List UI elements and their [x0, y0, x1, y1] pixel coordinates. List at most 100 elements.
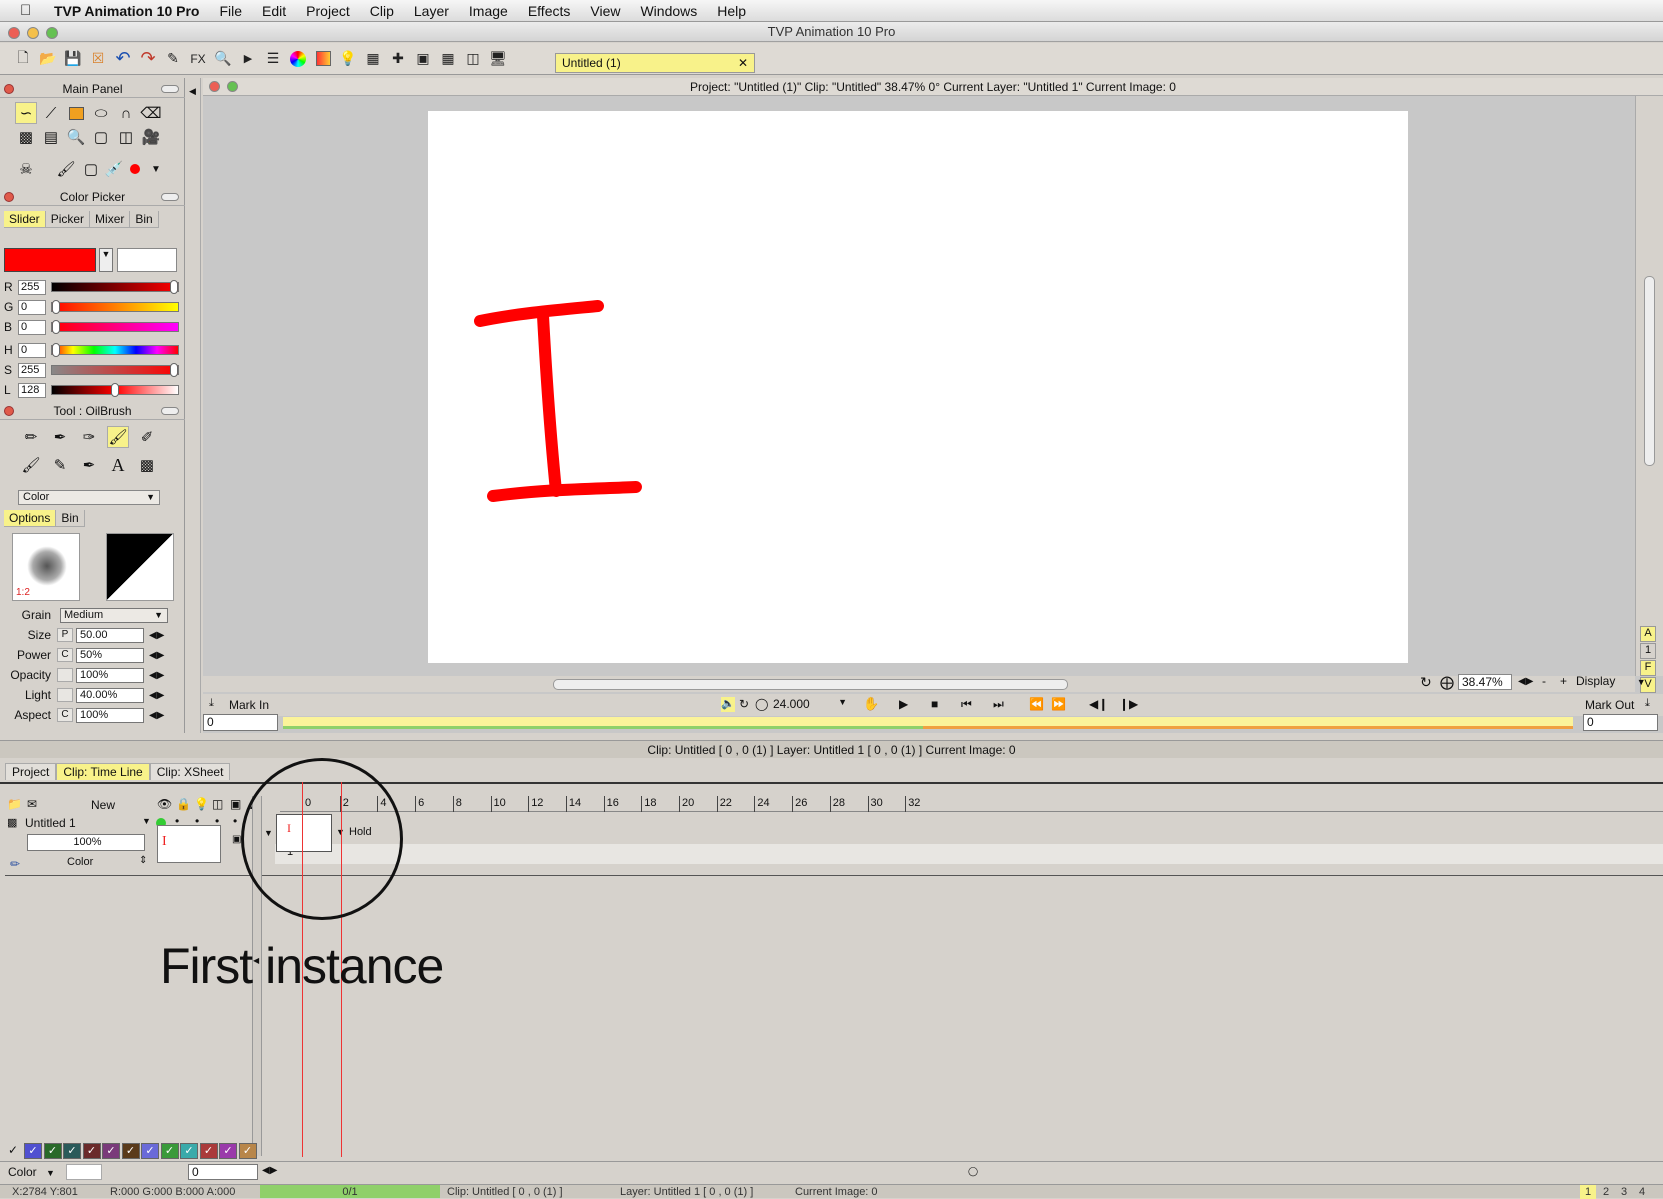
menu-clip[interactable]: Clip — [360, 3, 404, 19]
slider-g-track[interactable] — [51, 300, 179, 314]
page-button-4[interactable]: 4 — [1634, 1185, 1650, 1199]
zoom-tool-icon[interactable]: 🔍 — [65, 126, 87, 148]
prev-frame-button[interactable]: ◀❙ — [1089, 697, 1108, 711]
last-frame-button[interactable]: ⏭ — [993, 697, 1004, 712]
next-frame-button[interactable]: ❙▶ — [1119, 697, 1138, 711]
fill-rect-icon[interactable]: ▢ — [80, 158, 102, 180]
color-swatch[interactable]: ✓ — [219, 1143, 237, 1159]
light-toggle[interactable] — [57, 688, 73, 702]
layer-opacity-field[interactable]: 100% — [27, 834, 145, 851]
crayon-brush-icon[interactable]: ✎ — [49, 454, 71, 476]
mark-out-arrow-icon[interactable]: ⤓ — [1645, 697, 1650, 710]
tab-bin[interactable]: Bin — [130, 211, 159, 228]
color-swatch[interactable]: ✓ — [160, 1143, 179, 1159]
tab-clip-timeline[interactable]: Clip: Time Line — [56, 763, 150, 780]
tab-mixer[interactable]: Mixer — [90, 211, 131, 228]
stepper-arrows-icon[interactable]: ◀▶ — [149, 670, 164, 681]
new-layer-button[interactable]: New — [91, 798, 115, 812]
lock-icon[interactable]: 🔒 — [176, 797, 191, 811]
slider-s-track[interactable] — [51, 363, 179, 377]
collapse-color-panel-icon[interactable] — [161, 193, 179, 201]
power-toggle[interactable]: C — [57, 648, 73, 662]
stepper-arrows-icon[interactable]: ◀▶ — [149, 650, 164, 661]
open-folder-icon[interactable]: 📂 — [37, 48, 59, 70]
pencil-icon[interactable]: ✏ — [10, 857, 20, 871]
aspect-field[interactable]: 100% — [76, 707, 144, 723]
slider-g-knob[interactable] — [52, 300, 60, 314]
layer-panel-icon[interactable]: ◫ — [212, 797, 223, 811]
aspect-toggle[interactable]: C — [57, 708, 73, 722]
color-swatch[interactable]: ✓ — [102, 1143, 120, 1159]
slider-l-track[interactable] — [51, 383, 179, 397]
secondary-color-swatch[interactable] — [117, 248, 177, 272]
stepper-arrows-icon[interactable]: ◀▶ — [149, 690, 164, 701]
hand-icon[interactable]: ✋ — [863, 696, 879, 712]
undo-icon[interactable]: ↶ — [112, 48, 134, 70]
menu-file[interactable]: File — [209, 3, 252, 19]
redo-icon[interactable]: ↷ — [137, 48, 159, 70]
brushes-icon[interactable]: ✎ — [162, 48, 184, 70]
capture-icon[interactable]: ▣ — [412, 48, 434, 70]
color-swatch[interactable]: ✓ — [199, 1143, 218, 1159]
menu-view[interactable]: View — [580, 3, 630, 19]
page-button-1[interactable]: 1 — [1580, 1185, 1596, 1199]
slider-h-value[interactable]: 0 — [18, 342, 46, 358]
fast-forward-button[interactable]: ⏩ — [1051, 697, 1066, 711]
opacity-toggle[interactable] — [57, 668, 73, 682]
zoom-in-button[interactable]: + — [1560, 674, 1567, 688]
menu-layer[interactable]: Layer — [404, 3, 459, 19]
layer-color-icon[interactable]: ▩ — [7, 816, 17, 829]
slider-s-value[interactable]: 255 — [18, 362, 46, 378]
slider-h-track[interactable] — [51, 343, 179, 357]
lightbulb-icon[interactable]: 💡 — [194, 797, 209, 811]
slider-s-knob[interactable] — [170, 363, 178, 377]
side-button-1[interactable]: 1 — [1640, 643, 1656, 659]
zoom-field[interactable]: 38.47% — [1458, 674, 1512, 690]
size-pressure-toggle[interactable]: P — [57, 628, 73, 642]
tab-picker[interactable]: Picker — [45, 211, 91, 228]
airbrush-icon[interactable]: ✐ — [136, 426, 158, 448]
slider-b-value[interactable]: 0 — [18, 319, 46, 335]
slider-b-knob[interactable] — [52, 320, 60, 334]
paint-pen-icon[interactable]: 🖌 — [55, 158, 77, 180]
menu-effects[interactable]: Effects — [518, 3, 581, 19]
mark-in-arrow-icon[interactable]: ⤓ — [209, 697, 214, 710]
slider-r-track[interactable] — [51, 280, 179, 294]
crosshair-icon[interactable]: ✚ — [387, 48, 409, 70]
color-swatch[interactable]: ✓ — [82, 1143, 101, 1159]
slider-l-knob[interactable] — [111, 383, 119, 397]
tab-clip-xsheet[interactable]: Clip: XSheet — [149, 763, 231, 780]
close-window-button[interactable] — [8, 27, 20, 39]
slider-r-knob[interactable] — [170, 280, 178, 294]
mark-out-label[interactable]: Mark Out — [1585, 698, 1634, 712]
grid-panel-icon[interactable]: ▦ — [362, 48, 384, 70]
grid-icon[interactable]: ▦ — [437, 48, 459, 70]
close-doc-icon[interactable] — [209, 81, 220, 92]
freehand-tool-icon[interactable]: ∽ — [15, 102, 37, 124]
menu-project[interactable]: Project — [296, 3, 360, 19]
collapse-panel-icon[interactable] — [161, 85, 179, 93]
fps-select[interactable]: 24.000 ▼ — [773, 697, 851, 713]
frame-field[interactable]: 0 — [188, 1164, 258, 1180]
sound-icon[interactable]: 🔈 — [721, 697, 735, 712]
eraser-tool-icon[interactable]: ⌫ — [140, 102, 162, 124]
close-tab-icon[interactable]: ✕ — [738, 54, 748, 72]
transform-tool-icon[interactable]: ◫ — [115, 126, 137, 148]
select-magic-icon[interactable]: ▤ — [40, 126, 62, 148]
display-menu[interactable]: Display ▼ — [1576, 674, 1656, 688]
select-rect-icon[interactable]: ▩ — [15, 126, 37, 148]
selection-brush-icon[interactable]: ▩ — [136, 454, 158, 476]
eye-icon[interactable]: 👁 — [157, 797, 172, 811]
slider-r-value[interactable]: 255 — [18, 279, 46, 295]
menu-image[interactable]: Image — [459, 3, 518, 19]
ellipse-tool-icon[interactable]: ⬭ — [90, 102, 112, 124]
color-swatch[interactable]: ✓ — [121, 1143, 140, 1159]
check-icon[interactable]: ✓ — [8, 1143, 18, 1157]
size-field[interactable]: 50.00 — [76, 627, 144, 643]
close-tool-panel-icon[interactable] — [4, 406, 14, 416]
zoom-stepper-icon[interactable]: ◀▶ — [1518, 676, 1533, 687]
loop-icon[interactable]: ↻ — [739, 697, 749, 711]
color-filter-swatch[interactable] — [66, 1164, 102, 1180]
menu-windows[interactable]: Windows — [630, 3, 707, 19]
minimize-window-button[interactable] — [27, 27, 39, 39]
